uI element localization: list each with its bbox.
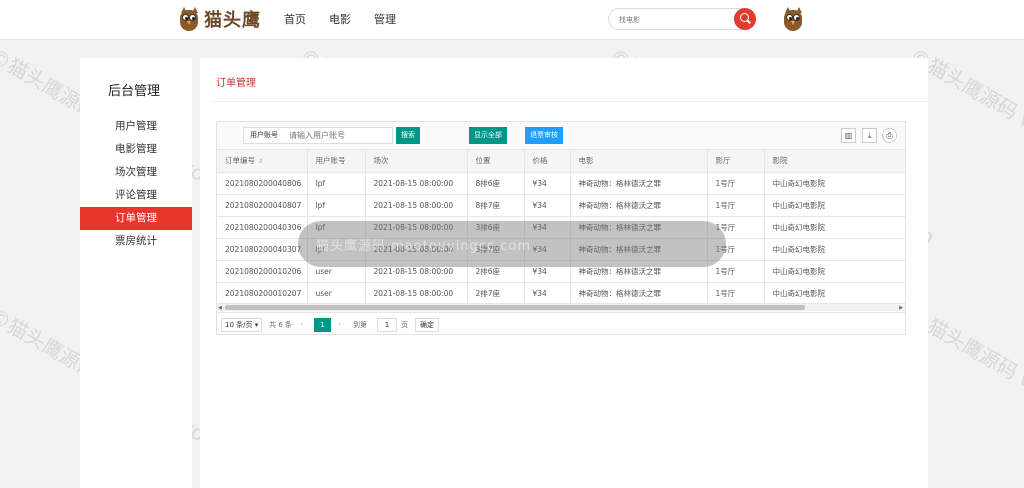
sidebar-item-comments[interactable]: 评论管理 — [80, 184, 192, 207]
goto-page-input[interactable]: 1 — [377, 318, 397, 332]
goto-confirm-button[interactable]: 确定 — [415, 318, 439, 332]
search-input[interactable] — [619, 13, 729, 26]
table-cell: lpf — [307, 194, 366, 217]
table-cell: 神奇动物：格林德沃之罪 — [570, 282, 708, 305]
page-unit-label: 页 — [401, 321, 408, 329]
scroll-left-icon[interactable]: ◀ — [218, 305, 222, 311]
nav-home[interactable]: 首页 — [284, 11, 306, 27]
columns-icon[interactable]: ▥ — [841, 128, 856, 143]
table-row[interactable]: 2021080200040806 lpf 2021-08-15 08:00:00 8排… — [217, 172, 905, 195]
user-avatar[interactable] — [782, 6, 804, 32]
table-cell: 8排6座 — [467, 172, 525, 195]
table-cell: 2021-08-15 08:00:00 — [365, 282, 468, 305]
page-size-select[interactable]: 10 条/页 ▾ — [221, 318, 263, 332]
table-cell: 神奇动物：格林德沃之罪 — [570, 172, 708, 195]
search-icon[interactable] — [734, 8, 756, 30]
sidebar-item-orders[interactable]: 订单管理 — [80, 207, 192, 230]
top-navbar: 猫头鹰 首页 电影 管理 — [0, 0, 1024, 40]
table-cell: 1号厅 — [707, 194, 765, 217]
table-cell: lpf — [307, 172, 366, 195]
table-cell: 中山奇幻电影院 — [764, 194, 905, 217]
table-row[interactable]: 2021080200040807 lpf 2021-08-15 08:00:00 8排… — [217, 194, 905, 217]
sort-icon[interactable]: ⇕ — [258, 158, 263, 165]
sidebar-item-movies[interactable]: 电影管理 — [80, 138, 192, 161]
table-cell: user — [307, 282, 366, 305]
table-toolbar: 用户账号 搜索 显示全部 退票审核 ▥ ⤓ ⎙ — [217, 122, 905, 150]
owl-logo-icon — [178, 6, 200, 32]
sidebar-item-sessions[interactable]: 场次管理 — [80, 161, 192, 184]
table-cell: 中山奇幻电影院 — [764, 260, 905, 283]
column-header: 影院 — [764, 150, 905, 173]
table-cell: 1号厅 — [707, 260, 765, 283]
scroll-right-icon[interactable]: ▶ — [899, 305, 903, 311]
main-panel: 订单管理 用户账号 搜索 显示全部 退票审核 ▥ ⤓ ⎙ 订单编号⇕ 用户账号 … — [200, 58, 928, 488]
main-nav: 首页 电影 管理 — [284, 11, 396, 27]
table-cell: 中山奇幻电影院 — [764, 282, 905, 305]
title-divider — [210, 101, 928, 102]
show-all-button[interactable]: 显示全部 — [469, 127, 507, 144]
export-icon[interactable]: ⤓ — [862, 128, 877, 143]
column-header[interactable]: 订单编号 ⇕ — [217, 150, 308, 173]
table-cell: ¥34 — [524, 172, 571, 195]
prev-page-icon[interactable]: ‹ — [300, 319, 303, 328]
table-cell: 中山奇幻电影院 — [764, 172, 905, 195]
table-cell: 8排7座 — [467, 194, 525, 217]
table-cell: 2021-08-15 08:00:00 — [365, 194, 468, 217]
sidebar-item-boxoffice[interactable]: 票房统计 — [80, 230, 192, 253]
current-page[interactable]: 1 — [314, 318, 331, 332]
table-cell: 神奇动物：格林德沃之罪 — [570, 194, 708, 217]
search-box — [608, 8, 756, 30]
refund-audit-button[interactable]: 退票审核 — [525, 127, 563, 144]
horizontal-scrollbar[interactable]: ◀ ▶ — [217, 303, 905, 311]
logo-text: 猫头鹰 — [204, 10, 261, 31]
table-row[interactable]: 2021080200010207 user 2021-08-15 08:00:00 2… — [217, 282, 905, 305]
table-header-row: 订单编号 ⇕ 用户账号 场次 位置 价格 电影 影厅 影院 — [217, 150, 905, 173]
table-cell: 2021080200040306 — [217, 216, 308, 239]
table-cell: 2021080200010206 — [217, 260, 308, 283]
table-cell: 2021-08-15 08:00:00 — [365, 172, 468, 195]
table-cell: ¥34 — [524, 282, 571, 305]
nav-movies[interactable]: 电影 — [329, 11, 351, 27]
nav-admin[interactable]: 管理 — [374, 11, 396, 27]
toast-message: 猫头鹰源码 maotouyingcc.com — [298, 221, 726, 267]
next-page-icon[interactable]: › — [338, 319, 341, 328]
toast-text: 猫头鹰源码 maotouyingcc.com — [316, 239, 531, 254]
table-cell: 2021080200010207 — [217, 282, 308, 305]
column-header: 用户账号 — [307, 150, 366, 173]
column-header: 电影 — [570, 150, 708, 173]
table-cell: 2021080200040307 — [217, 238, 308, 261]
scrollbar-thumb[interactable] — [225, 305, 805, 310]
page-title: 订单管理 — [216, 78, 256, 89]
table-cell: 2021080200040807 — [217, 194, 308, 217]
sidebar-item-users[interactable]: 用户管理 — [80, 115, 192, 138]
search-button[interactable]: 搜索 — [396, 127, 420, 144]
table-cell: ¥34 — [524, 194, 571, 217]
column-header: 场次 — [365, 150, 468, 173]
user-account-label: 用户账号 — [243, 127, 285, 144]
pagination: 10 条/页 ▾ 共 6 条 ‹ 1 › 到第 1 页 确定 — [217, 312, 905, 335]
sidebar-title: 后台管理 — [108, 84, 161, 99]
user-account-input[interactable] — [283, 127, 393, 144]
print-icon[interactable]: ⎙ — [882, 128, 897, 143]
table-cell: 2021080200040806 — [217, 172, 308, 195]
column-header: 价格 — [524, 150, 571, 173]
total-count: 共 6 条 — [269, 321, 292, 329]
column-header: 影厅 — [707, 150, 765, 173]
goto-label: 到第 — [353, 321, 367, 329]
table-cell: 中山奇幻电影院 — [764, 238, 905, 261]
table-cell: 1号厅 — [707, 282, 765, 305]
admin-sidebar: 后台管理 用户管理 电影管理 场次管理 评论管理 订单管理 票房统计 — [80, 58, 192, 488]
site-logo[interactable]: 猫头鹰 — [178, 6, 261, 32]
table-cell: 中山奇幻电影院 — [764, 216, 905, 239]
column-header: 位置 — [467, 150, 525, 173]
table-cell: 2排7座 — [467, 282, 525, 305]
sidebar-menu: 用户管理 电影管理 场次管理 评论管理 订单管理 票房统计 — [80, 115, 192, 253]
table-cell: 1号厅 — [707, 172, 765, 195]
